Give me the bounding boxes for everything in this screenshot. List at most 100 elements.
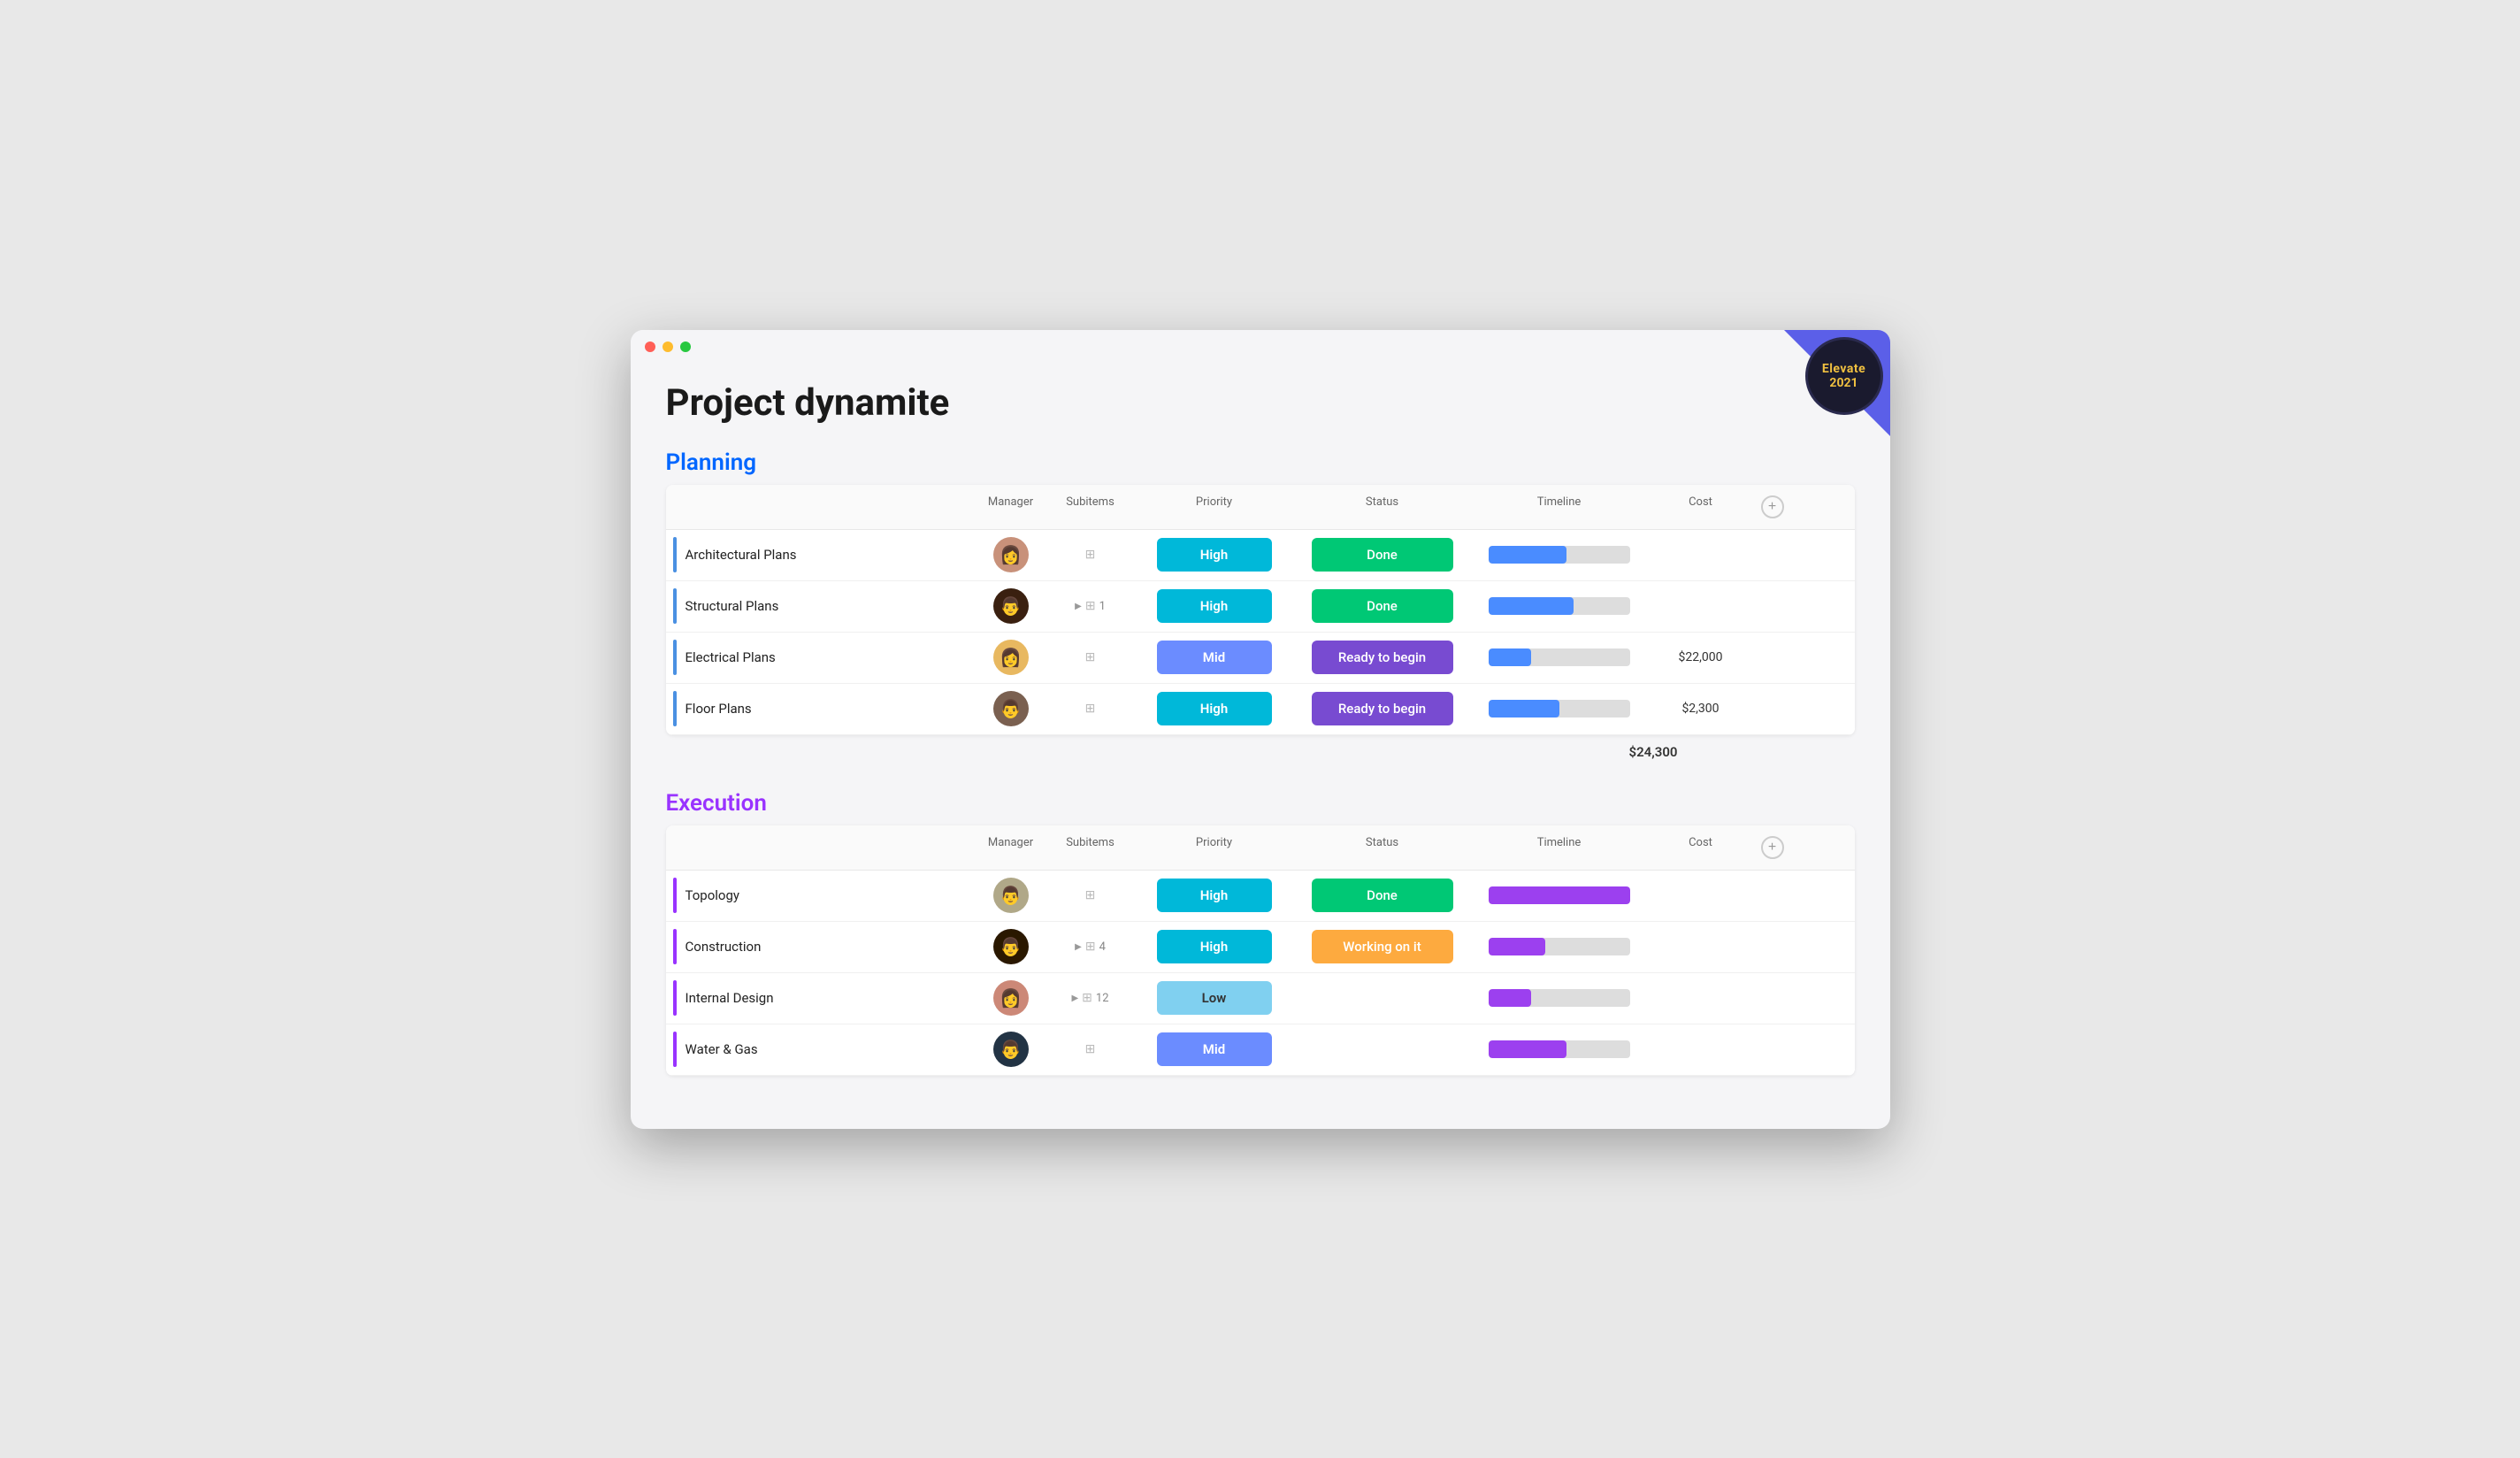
badge-year: 2021 — [1829, 376, 1857, 390]
task-name-cell: Internal Design — [666, 980, 976, 1016]
badge-circle: Elevate 2021 — [1805, 337, 1883, 415]
planning-add-button[interactable]: + — [1761, 495, 1784, 518]
content-area: Project dynamite Planning Manager Subite… — [631, 364, 1890, 1129]
timeline-fill — [1489, 648, 1531, 666]
subitems-cell: ▶ ⊞ 4 — [1046, 940, 1135, 954]
timeline-fill — [1489, 700, 1559, 717]
priority-cell: Mid — [1135, 635, 1294, 679]
cost-cell — [1648, 993, 1754, 1003]
planning-col-headers: Manager Subitems Priority Status Timelin… — [666, 485, 1855, 530]
timeline-cell — [1471, 932, 1648, 961]
execution-col-task — [666, 833, 976, 863]
table-row[interactable]: Topology 👨 ⊞ High Done — [666, 871, 1855, 922]
execution-col-add: + — [1754, 833, 1789, 863]
task-name-cell: Structural Plans — [666, 588, 976, 624]
status-badge: Ready to begin — [1312, 692, 1453, 725]
avatar-cell: 👩 — [976, 980, 1046, 1016]
timeline-cell — [1471, 541, 1648, 569]
priority-cell: High — [1135, 584, 1294, 628]
subitems-cell: ⊞ — [1046, 1042, 1135, 1056]
status-badge: Done — [1312, 589, 1453, 623]
close-dot[interactable] — [645, 341, 655, 352]
timeline-cell — [1471, 592, 1648, 620]
planning-table: Manager Subitems Priority Status Timelin… — [666, 485, 1855, 735]
expand-dot[interactable] — [680, 341, 691, 352]
planning-col-priority: Priority — [1135, 492, 1294, 522]
subitems-cell: ▶ ⊞ 12 — [1046, 991, 1135, 1005]
cost-cell — [1648, 941, 1754, 952]
timeline-bar — [1489, 648, 1630, 666]
subitems-icon: ⊞ — [1085, 650, 1096, 664]
task-name-cell: Architectural Plans — [666, 537, 976, 572]
cost-cell — [1648, 601, 1754, 611]
planning-col-cost: Cost — [1648, 492, 1754, 522]
status-badge: Done — [1312, 538, 1453, 572]
timeline-cell — [1471, 643, 1648, 671]
subitems-icon: ⊞ — [1082, 991, 1092, 1005]
execution-col-cost: Cost — [1648, 833, 1754, 863]
timeline-bar — [1489, 546, 1630, 564]
task-border — [673, 537, 677, 572]
table-row[interactable]: Electrical Plans 👩 ⊞ Mid Ready to begin … — [666, 633, 1855, 684]
cost-cell — [1648, 890, 1754, 901]
status-badge: Done — [1312, 879, 1453, 912]
priority-badge: High — [1157, 538, 1272, 572]
task-border — [673, 878, 677, 913]
timeline-fill — [1489, 886, 1630, 904]
planning-total-value: $24,300 — [1629, 744, 1678, 760]
avatar-cell: 👨 — [976, 1032, 1046, 1067]
avatar-cell: 👨 — [976, 878, 1046, 913]
task-name: Internal Design — [686, 990, 774, 1006]
status-cell: Ready to begin — [1294, 687, 1471, 731]
subitems-count: 1 — [1099, 600, 1106, 613]
execution-col-subitems: Subitems — [1046, 833, 1135, 863]
planning-col-task — [666, 492, 976, 522]
expand-arrow[interactable]: ▶ — [1075, 942, 1082, 952]
subitems-icon: ⊞ — [1085, 599, 1096, 613]
priority-cell: Mid — [1135, 1027, 1294, 1071]
priority-badge: High — [1157, 692, 1272, 725]
table-row[interactable]: Floor Plans 👨 ⊞ High Ready to begin $2,3… — [666, 684, 1855, 735]
planning-rows: Architectural Plans 👩 ⊞ High Done — [666, 530, 1855, 735]
expand-arrow[interactable]: ▶ — [1071, 994, 1078, 1003]
expand-arrow[interactable]: ▶ — [1075, 602, 1082, 611]
subitems-cell: ⊞ — [1046, 702, 1135, 716]
minimize-dot[interactable] — [663, 341, 673, 352]
task-border — [673, 980, 677, 1016]
timeline-cell — [1471, 984, 1648, 1012]
table-row[interactable]: Internal Design 👩 ▶ ⊞ 12 Low — [666, 973, 1855, 1024]
task-border — [673, 929, 677, 964]
timeline-bar — [1489, 700, 1630, 717]
table-row[interactable]: Structural Plans 👨 ▶ ⊞ 1 High Done — [666, 581, 1855, 633]
status-cell — [1294, 993, 1471, 1003]
status-cell: Done — [1294, 533, 1471, 577]
page-title: Project dynamite — [666, 381, 1855, 425]
execution-col-headers: Manager Subitems Priority Status Timelin… — [666, 825, 1855, 871]
execution-col-manager: Manager — [976, 833, 1046, 863]
cost-cell — [1648, 549, 1754, 560]
subitems-cell: ▶ ⊞ 1 — [1046, 599, 1135, 613]
planning-header-row: Planning — [666, 449, 1855, 476]
timeline-fill — [1489, 597, 1574, 615]
table-row[interactable]: Construction 👨 ▶ ⊞ 4 High Working on it — [666, 922, 1855, 973]
planning-col-status: Status — [1294, 492, 1471, 522]
timeline-fill — [1489, 1040, 1566, 1058]
status-badge: Ready to begin — [1312, 641, 1453, 674]
status-cell: Working on it — [1294, 925, 1471, 969]
execution-section-title: Execution — [666, 790, 767, 817]
status-cell — [1294, 1044, 1471, 1055]
cost-cell: $2,300 — [1648, 696, 1754, 721]
execution-col-priority: Priority — [1135, 833, 1294, 863]
task-name-cell: Construction — [666, 929, 976, 964]
table-row[interactable]: Water & Gas 👨 ⊞ Mid — [666, 1024, 1855, 1076]
priority-badge: Low — [1157, 981, 1272, 1015]
subitems-icon: ⊞ — [1085, 548, 1096, 562]
execution-add-button[interactable]: + — [1761, 836, 1784, 859]
table-row[interactable]: Architectural Plans 👩 ⊞ High Done — [666, 530, 1855, 581]
status-cell: Done — [1294, 584, 1471, 628]
priority-cell: Low — [1135, 976, 1294, 1020]
task-name: Topology — [686, 887, 739, 903]
priority-cell: High — [1135, 533, 1294, 577]
priority-cell: High — [1135, 925, 1294, 969]
subitems-cell: ⊞ — [1046, 650, 1135, 664]
